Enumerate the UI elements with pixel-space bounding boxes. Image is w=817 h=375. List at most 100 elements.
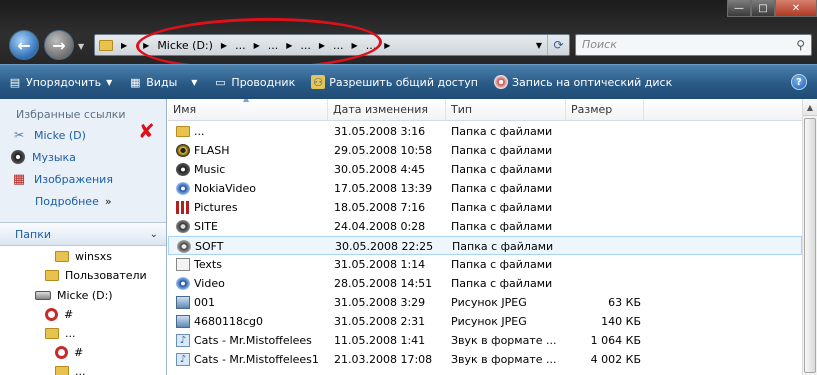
file-name: SITE (194, 220, 218, 233)
folder-icon (55, 365, 69, 375)
file-date: 31.05.2008 3:16 (334, 125, 426, 138)
music-disc-icon (11, 150, 25, 164)
explorer-label: Проводник (231, 75, 296, 89)
file-row[interactable]: Pictures 18.05.2008 7:16 Папка с файлами (168, 198, 802, 217)
file-date: 28.05.2008 14:51 (334, 277, 433, 290)
folder-icon (176, 126, 190, 137)
file-type: Папка с файлами (451, 201, 553, 214)
jpeg-icon (176, 315, 190, 328)
scrollbar-thumb[interactable] (804, 118, 816, 373)
double-chevron-icon: » (104, 194, 112, 208)
tree-item-label: Micke (D:) (57, 288, 113, 302)
refresh-icon[interactable]: ⟳ (547, 35, 569, 55)
favorite-link-music[interactable]: Музыка (0, 146, 166, 168)
file-size (571, 255, 641, 274)
lifebuoy-icon (45, 307, 58, 321)
file-row[interactable]: NokiaVideo 17.05.2008 13:39 Папка с файлам… (168, 179, 802, 198)
file-date: 11.05.2008 1:41 (334, 334, 426, 347)
column-header-name[interactable]: Имя (168, 99, 328, 121)
vertical-scrollbar[interactable]: ▲ (802, 99, 817, 375)
address-dropdown-icon[interactable]: ▼ (531, 41, 547, 50)
file-date: 24.04.2008 0:28 (334, 220, 426, 233)
favorite-label: Изображения (34, 172, 113, 186)
tree-item[interactable]: # (45, 304, 73, 324)
minimize-button[interactable]: — (727, 0, 751, 17)
explorer-button[interactable]: ▭ Проводник (205, 65, 303, 99)
red-annotation-x: ✘ (138, 119, 155, 143)
file-type: Папка с файлами (451, 220, 553, 233)
radiation-icon (176, 144, 190, 157)
organize-icon: ▤ (9, 75, 21, 89)
drive-icon (35, 290, 51, 300)
file-row[interactable]: ... 31.05.2008 3:16 Папка с файлами (168, 122, 802, 141)
column-header-date[interactable]: Дата изменения (328, 99, 446, 121)
file-name: 001 (194, 296, 215, 309)
file-row[interactable]: FLASH 29.05.2008 10:58 Папка с файлами (168, 141, 802, 160)
search-icon[interactable]: ⚲ (796, 38, 805, 52)
tree-item[interactable]: Micke (D:) (35, 285, 113, 305)
file-list: ▲ Имя Дата изменения Тип Размер ... 31.05… (168, 99, 817, 375)
tree-item[interactable]: ... (45, 323, 76, 343)
more-label: Подробнее (35, 194, 99, 208)
burn-disc-icon (493, 75, 508, 89)
file-row[interactable]: Video 28.05.2008 14:51 Папка с файлами (168, 274, 802, 293)
column-header-type[interactable]: Тип (446, 99, 566, 121)
tools-icon: ✂ (13, 128, 25, 142)
file-type: Папка с файлами (451, 258, 553, 271)
file-type: Папка с файлами (451, 182, 553, 195)
folder-icon (99, 39, 113, 51)
chevron-down-icon: ▼ (191, 77, 198, 87)
file-size (571, 160, 641, 179)
more-link[interactable]: Подробнее » (0, 190, 166, 212)
audio-file-icon: ♪ (176, 334, 190, 347)
tree-item-label: ... (65, 326, 76, 340)
search-input[interactable]: Поиск ⚲ (575, 34, 812, 56)
file-date: 29.05.2008 10:58 (334, 144, 433, 157)
file-size (571, 198, 641, 217)
file-size (571, 274, 641, 293)
tree-item[interactable]: # (55, 342, 83, 362)
file-name: Pictures (194, 201, 238, 214)
favorite-link-pictures[interactable]: ▦ Изображения (0, 168, 166, 190)
file-row[interactable]: Texts 31.05.2008 1:14 Папка с файлами (168, 255, 802, 274)
file-date: 31.05.2008 3:29 (334, 296, 426, 309)
breadcrumb-chevron-icon[interactable]: ▶ (381, 41, 393, 50)
scroll-up-icon[interactable]: ▲ (803, 99, 817, 116)
file-date: 21.03.2008 17:08 (334, 353, 433, 366)
file-size: 63 КБ (608, 296, 641, 309)
organize-button[interactable]: ▤ Упорядочить ▼ (0, 65, 120, 99)
chevron-down-icon: ⌄ (149, 228, 158, 240)
tree-item[interactable]: ... (55, 361, 86, 375)
file-row[interactable]: SOFT 30.05.2008 22:25 Папка с файлами (168, 236, 802, 255)
breadcrumb-chevron-icon[interactable]: ▶ (118, 41, 130, 50)
tree-item[interactable]: winsxs (55, 246, 112, 266)
file-row[interactable]: SITE 24.04.2008 0:28 Папка с файлами (168, 217, 802, 236)
file-date: 30.05.2008 4:45 (334, 163, 426, 176)
forward-button[interactable]: → (44, 30, 74, 60)
file-row[interactable]: 4680118cg0 31.05.2008 2:31 Рисунок JPEG 140… (168, 312, 802, 331)
column-header-size[interactable]: Размер (566, 99, 644, 121)
file-row[interactable]: Music 30.05.2008 4:45 Папка с файлами (168, 160, 802, 179)
file-row[interactable]: ♪ Cats - Mr.Mistoffelees 11.05.2008 1:41 Зв… (168, 331, 802, 350)
explorer-icon: ▭ (215, 75, 226, 89)
folders-header[interactable]: Папки ⌄ (0, 222, 166, 246)
file-row[interactable]: ♪ Cats - Mr.Mistoffelees1 21.03.2008 17:08… (168, 350, 802, 369)
close-button[interactable]: ✕ (775, 0, 817, 17)
music-disc-icon (176, 163, 190, 176)
tree-item[interactable]: Пользователи (45, 265, 147, 285)
file-row[interactable]: 001 31.05.2008 3:29 Рисунок JPEG 63 КБ (168, 293, 802, 312)
share-label: Разрешить общий доступ (329, 75, 478, 89)
file-size (571, 179, 641, 198)
help-icon[interactable]: ? (791, 74, 807, 90)
share-button[interactable]: ⚇ Разрешить общий доступ (303, 65, 486, 99)
maximize-button[interactable]: □ (751, 0, 775, 17)
back-button[interactable]: ← (9, 30, 39, 60)
file-type: Папка с файлами (451, 125, 553, 138)
navigation-pane: Избранные ссылки ✂ Micke (D) ✘ Музыка ▦ … (0, 99, 167, 375)
views-button[interactable]: ▦ Виды ▼ (120, 65, 205, 99)
folder-tree: winsxs Пользователи Micke (D:) # ... # .… (0, 246, 166, 375)
file-type: Рисунок JPEG (451, 296, 527, 309)
burn-button[interactable]: Запись на оптический диск (486, 65, 680, 99)
history-dropdown-icon[interactable]: ▼ (78, 42, 84, 51)
tree-item-label: ... (75, 364, 86, 375)
